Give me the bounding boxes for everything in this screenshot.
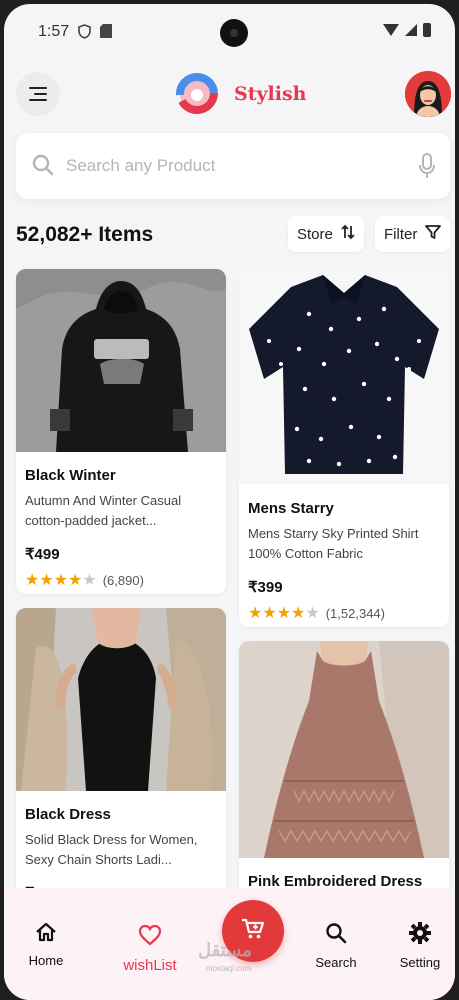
phone-screen: 1:57 Stylish Search any Product 52,082+ … xyxy=(4,4,455,1000)
items-count: 52,082+ Items xyxy=(16,223,154,246)
nav-home-label: Home xyxy=(28,953,64,968)
watermark-text: مستقل xyxy=(198,940,252,960)
description-line: cotton-padded jacket... xyxy=(25,513,157,528)
description-line: Mens Starry Sky Printed Shirt xyxy=(248,526,419,541)
nav-home[interactable]: Home xyxy=(11,922,81,968)
product-description: Solid Black Dress for Women, Sexy Chain … xyxy=(25,830,210,870)
description-line: 100% Cotton Fabric xyxy=(248,546,363,561)
product-name: Mens Starry xyxy=(248,500,334,517)
review-count: (6,890) xyxy=(102,572,144,588)
filled-stars: ★★★★ xyxy=(248,605,306,622)
store-label: Store xyxy=(297,225,333,243)
nav-wishlist-label: wishList xyxy=(123,957,177,974)
nav-wishlist[interactable]: wishList xyxy=(115,924,185,974)
menu-button[interactable] xyxy=(16,72,60,116)
description-line: Sexy Chain Shorts Ladi... xyxy=(25,852,172,867)
status-time: 1:57 xyxy=(38,23,70,40)
signal-icon xyxy=(405,24,417,36)
product-card[interactable]: Mens Starry Mens Starry Sky Printed Shir… xyxy=(239,269,449,627)
filter-button[interactable]: Filter xyxy=(375,216,451,252)
status-bar: 1:57 xyxy=(4,4,455,60)
description-line: Solid Black Dress for Women, xyxy=(25,832,198,847)
nav-search-label: Search xyxy=(315,955,357,970)
shield-icon xyxy=(78,24,91,42)
filled-stars: ★★★★ xyxy=(25,572,83,589)
logo-text: Stylish xyxy=(234,83,307,105)
product-rating: ★★★★★ (6,890) xyxy=(25,570,144,590)
avatar[interactable] xyxy=(405,71,451,117)
app-logo: Stylish xyxy=(176,71,306,117)
product-image xyxy=(239,269,449,484)
heart-icon xyxy=(138,924,162,951)
product-card[interactable]: Black Winter Autumn And Winter Casual co… xyxy=(16,269,226,594)
status-icons xyxy=(383,23,431,37)
watermark-subtext: mostaql.com xyxy=(206,964,252,973)
bottom-navigation: Home wishList مستقل mostaql.com Search S… xyxy=(4,888,455,1000)
microphone-icon[interactable] xyxy=(418,153,436,184)
rating-stars-icon: ★★★★★ xyxy=(248,603,320,623)
rating-stars-icon: ★★★★★ xyxy=(25,570,97,590)
product-description: Mens Starry Sky Printed Shirt 100% Cotto… xyxy=(248,524,433,564)
product-price: ₹399 xyxy=(248,579,283,596)
search-input[interactable] xyxy=(66,151,396,181)
gear-icon xyxy=(409,922,431,949)
product-image xyxy=(239,641,449,858)
menu-icon-bar xyxy=(34,93,47,95)
search-bar xyxy=(16,133,450,199)
wifi-icon xyxy=(383,24,399,36)
product-card[interactable]: Black Dress Solid Black Dress for Women,… xyxy=(16,608,226,908)
product-price: ₹499 xyxy=(25,546,60,563)
product-image xyxy=(16,269,226,452)
menu-icon-bar xyxy=(29,87,47,89)
battery-icon xyxy=(423,23,431,37)
search-icon xyxy=(32,154,54,181)
home-icon xyxy=(35,922,57,947)
product-image xyxy=(16,608,226,791)
nav-search[interactable]: Search xyxy=(301,922,371,970)
half-star: ★ xyxy=(305,605,320,622)
camera-cutout xyxy=(220,19,248,47)
sd-card-icon xyxy=(100,24,112,41)
nav-setting-label: Setting xyxy=(399,955,441,970)
sort-arrows-icon xyxy=(341,224,355,244)
menu-icon-bar xyxy=(29,99,47,101)
description-line: Autumn And Winter Casual xyxy=(25,493,182,508)
review-count: (1,52,344) xyxy=(325,605,385,621)
product-name: Black Dress xyxy=(25,806,111,823)
store-sort-button[interactable]: Store xyxy=(288,216,364,252)
product-name: Black Winter xyxy=(25,467,116,484)
filter-icon xyxy=(425,224,442,244)
product-card[interactable]: Pink Embroidered Dress xyxy=(239,641,449,908)
filter-label: Filter xyxy=(384,225,418,243)
product-rating: ★★★★★ (1,52,344) xyxy=(248,603,385,623)
logo-mark-icon xyxy=(176,73,218,114)
nav-setting[interactable]: Setting xyxy=(385,922,455,970)
product-description: Autumn And Winter Casual cotton-padded j… xyxy=(25,491,210,531)
half-star: ★ xyxy=(82,572,97,589)
search-icon xyxy=(325,922,347,949)
